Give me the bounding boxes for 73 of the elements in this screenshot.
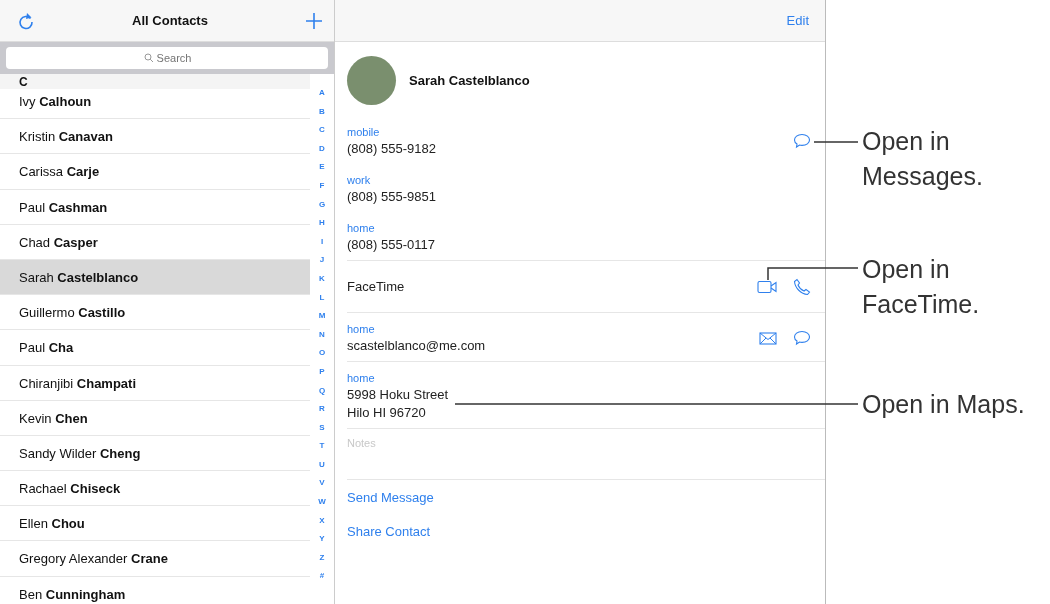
index-letter[interactable]: K <box>319 269 325 289</box>
field-label: mobile <box>347 125 381 140</box>
field-label: home <box>347 322 376 337</box>
contact-row[interactable]: Chiranjibi Champati <box>0 365 310 401</box>
email-address[interactable]: scastelblanco@me.com <box>347 337 486 355</box>
index-letter[interactable]: U <box>319 455 325 475</box>
index-letter[interactable]: E <box>319 158 325 177</box>
index-letter[interactable]: G <box>318 195 326 215</box>
index-letter[interactable]: L <box>319 288 325 308</box>
index-letter[interactable]: W <box>318 493 326 512</box>
index-letter[interactable]: H <box>319 214 325 233</box>
contact-row[interactable]: Carissa Carje <box>0 154 310 190</box>
message-icon[interactable] <box>793 330 811 346</box>
action-link[interactable]: Share Contact <box>347 524 431 539</box>
phone-number[interactable]: (808) 555-0117 <box>347 236 435 254</box>
contact-row[interactable]: Ben Cunningham <box>0 576 310 604</box>
index-letter[interactable]: A <box>319 84 325 103</box>
contact-row[interactable]: Paul Cashman <box>0 189 310 225</box>
index-letter[interactable]: S <box>319 418 325 438</box>
index-letter[interactable]: P <box>319 362 325 382</box>
contact-row[interactable]: Paul Cha <box>0 330 310 366</box>
index-letter[interactable]: F <box>319 176 325 196</box>
field-label: work <box>347 173 372 188</box>
index-letter[interactable]: Y <box>319 530 325 549</box>
index-letter[interactable]: D <box>319 139 325 159</box>
callout-text: Open in FaceTime. <box>862 254 980 320</box>
index-letter[interactable]: Z <box>319 548 325 568</box>
contact-row[interactable]: Ellen Chou <box>0 506 310 542</box>
index-letter[interactable]: B <box>319 102 325 122</box>
action-link[interactable]: Send Message <box>347 490 434 505</box>
index-letter[interactable]: T <box>319 437 325 456</box>
section-header: C <box>0 74 310 89</box>
contact-name: Sarah Castelblanco <box>409 72 530 88</box>
index-letter[interactable]: N <box>319 325 325 345</box>
leader-line <box>813 141 859 143</box>
edit-button[interactable]: Edit <box>786 13 809 28</box>
index-letter[interactable]: X <box>319 511 325 531</box>
phone-number[interactable]: (808) 555-9851 <box>347 188 436 206</box>
add-icon[interactable] <box>306 12 322 29</box>
contact-row[interactable]: Sandy Wilder Cheng <box>0 435 310 472</box>
contact-row[interactable]: Gregory Alexander Crane <box>0 541 310 577</box>
index-letter[interactable]: J <box>319 251 325 270</box>
facetime-label: FaceTime <box>347 278 405 296</box>
phone-number[interactable]: (808) 555-9182 <box>347 140 436 158</box>
callout-text: Open in Messages. <box>862 126 983 192</box>
index-letter[interactable]: O <box>318 344 326 363</box>
index-letter[interactable]: V <box>319 474 325 494</box>
index-letter[interactable]: I <box>320 232 324 252</box>
message-icon[interactable] <box>793 133 811 149</box>
index-letter[interactable]: R <box>319 400 325 419</box>
address-line[interactable]: Hilo HI 96720 <box>347 404 449 422</box>
index-letter[interactable]: # <box>319 567 325 587</box>
search-icon <box>144 53 154 63</box>
index-letter[interactable]: Q <box>318 381 326 401</box>
contact-row[interactable]: Rachael Chiseck <box>0 471 310 507</box>
contact-row[interactable]: Kristin Canavan <box>0 119 310 155</box>
avatar-placeholder <box>347 55 396 105</box>
refresh-icon[interactable] <box>18 11 34 30</box>
index-letter[interactable]: C <box>319 121 325 140</box>
callout-text: Open in Maps. <box>862 389 1025 420</box>
index-letter[interactable]: M <box>318 307 326 326</box>
phone-icon[interactable] <box>793 278 811 296</box>
contact-row[interactable]: Chad Casper <box>0 224 310 260</box>
mail-icon[interactable] <box>759 331 777 345</box>
list-title: All Contacts <box>132 13 208 28</box>
search-field[interactable]: Search <box>6 47 328 69</box>
contact-row[interactable]: Kevin Chen <box>0 400 310 436</box>
field-label: home <box>347 371 376 386</box>
video-camera-icon[interactable] <box>757 280 777 294</box>
address-line[interactable]: 5998 Hoku Street <box>347 386 449 404</box>
field-label: home <box>347 221 376 236</box>
contact-row[interactable]: Guillermo Castillo <box>0 295 310 331</box>
contact-row[interactable]: Sarah Castelblanco <box>0 259 310 296</box>
